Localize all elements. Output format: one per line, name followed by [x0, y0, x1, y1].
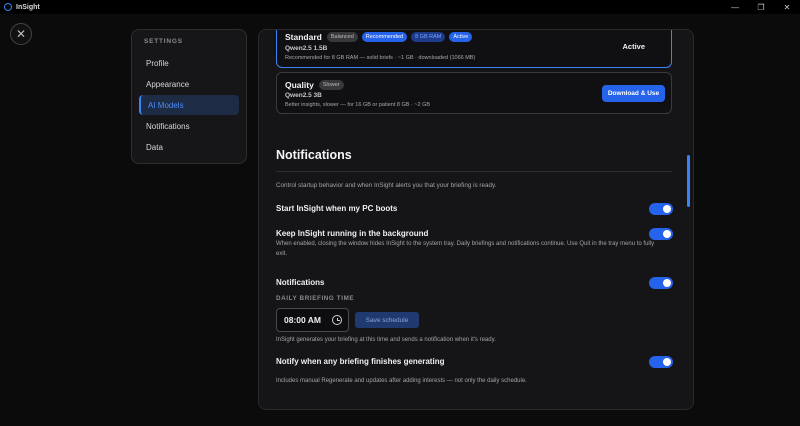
setting-background-label: Keep InSight running in the background	[276, 229, 429, 238]
model-name: Qwen2.5 3B	[285, 92, 322, 99]
toggle-knob	[663, 205, 671, 213]
toggle-knob	[663, 358, 671, 366]
sidebar-heading: SETTINGS	[144, 38, 183, 45]
toggle-knob	[663, 279, 671, 287]
briefing-time-help: InSight generates your briefing at this …	[276, 337, 496, 343]
window-controls: — ❐ ✕	[722, 0, 800, 14]
minimize-button[interactable]: —	[722, 0, 748, 14]
toggle-notifications[interactable]	[649, 277, 673, 289]
setting-notifications-label: Notifications	[276, 278, 325, 287]
setting-start-on-boot-label: Start InSight when my PC boots	[276, 204, 398, 213]
tag-active: Active	[449, 32, 473, 42]
maximize-button[interactable]: ❐	[748, 0, 774, 14]
tag-slower: Slower	[318, 80, 344, 90]
divider	[276, 171, 672, 172]
clock-icon[interactable]	[332, 315, 342, 325]
title-bar: InSight — ❐ ✕	[0, 0, 800, 14]
section-title: Notifications	[276, 148, 352, 162]
model-description: Better insights, slower — for 16 GB or p…	[285, 102, 431, 108]
sidebar-item-appearance[interactable]: Appearance	[139, 74, 239, 94]
section-description: Control startup behavior and when InSigh…	[276, 182, 497, 189]
model-title: Standard	[285, 32, 322, 42]
model-status-active: Active	[622, 42, 645, 51]
model-title-row: Standard Balanced Recommended 8 GB RAM A…	[285, 32, 476, 42]
download-and-use-button[interactable]: Download & Use	[602, 85, 665, 102]
setting-notify-any-briefing-label: Notify when any briefing finishes genera…	[276, 357, 445, 366]
toggle-start-on-boot[interactable]	[649, 203, 673, 215]
setting-background-description: When enabled, closing the window hides I…	[276, 241, 655, 257]
model-title: Quality	[285, 80, 314, 90]
setting-notify-any-briefing-description: Includes manual Regenerate and updates a…	[276, 378, 527, 384]
model-description: Recommended for 8 GB RAM — solid briefs …	[285, 55, 476, 61]
toggle-run-in-background[interactable]	[649, 228, 673, 240]
window-close-button[interactable]: ✕	[774, 0, 800, 14]
briefing-time-value: 08:00 AM	[284, 315, 322, 325]
toggle-knob	[663, 230, 671, 238]
daily-briefing-time-label: DAILY BRIEFING TIME	[276, 295, 355, 302]
sidebar-item-profile[interactable]: Profile	[139, 53, 239, 73]
save-schedule-button[interactable]: Save schedule	[355, 312, 419, 328]
tag-ram: 8 GB RAM	[411, 32, 446, 42]
sidebar-item-notifications[interactable]: Notifications	[139, 116, 239, 136]
model-name: Qwen2.5 1.5B	[285, 45, 328, 52]
sidebar-item-ai-models[interactable]: AI Models	[139, 95, 239, 115]
briefing-time-input[interactable]: 08:00 AM	[276, 308, 349, 332]
tag-recommended: Recommended	[361, 32, 408, 42]
app-title: InSight	[16, 3, 40, 11]
close-settings-button[interactable]: ✕	[10, 23, 32, 45]
tag-balanced: Balanced	[326, 32, 358, 42]
model-card-standard[interactable]: Standard Balanced Recommended 8 GB RAM A…	[276, 30, 672, 68]
sidebar-item-data[interactable]: Data	[139, 137, 239, 157]
app-logo-icon	[4, 3, 12, 11]
close-icon: ✕	[15, 27, 27, 41]
settings-content: Standard Balanced Recommended 8 GB RAM A…	[258, 29, 694, 410]
model-card-quality[interactable]: Quality Slower Qwen2.5 3B Better insight…	[276, 72, 672, 114]
model-title-row: Quality Slower	[285, 80, 348, 90]
settings-sidebar: SETTINGS Profile Appearance AI Models No…	[131, 29, 247, 164]
toggle-notify-any-briefing[interactable]	[649, 356, 673, 368]
scrollbar-thumb[interactable]	[687, 155, 690, 207]
